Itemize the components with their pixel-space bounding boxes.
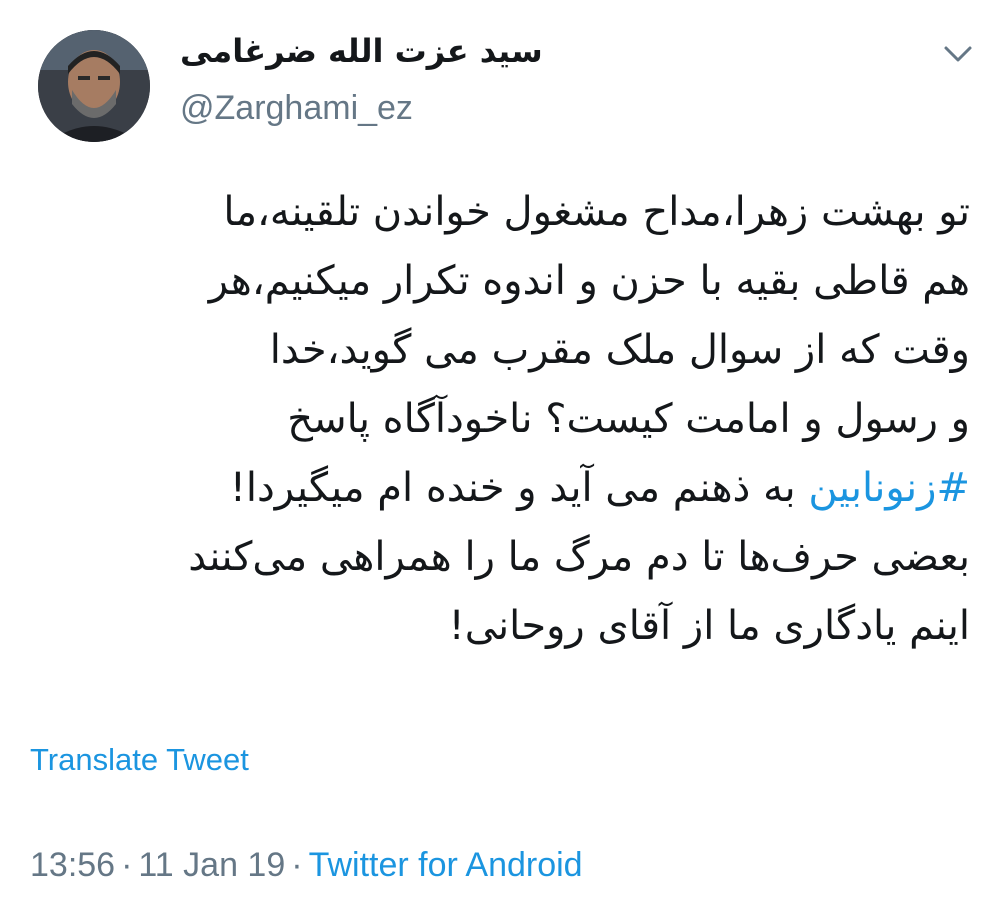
avatar[interactable]	[38, 30, 150, 142]
display-name[interactable]: سید عزت الله ضرغامی	[180, 28, 780, 74]
tweet-text: تو بهشت زهرا،مداح مشغول خواندن تلقینه،ما…	[30, 178, 970, 661]
tweet-line: بعضی حرف‌ها تا دم مرگ ما را همراهی می‌کن…	[188, 534, 970, 580]
separator-dot: ·	[291, 846, 303, 884]
tweet-line: وقت که از سوال ملک مقرب می گوید،خدا	[269, 327, 970, 373]
tweet-card: سید عزت الله ضرغامی @Zarghami_ez تو بهشت…	[0, 0, 1000, 904]
tweet-menu-button[interactable]	[943, 42, 973, 66]
tweet-source-link[interactable]: Twitter for Android	[309, 846, 583, 884]
tweet-line: #زنونابین به ذهنم می آید و خنده ام میگیر…	[30, 454, 970, 523]
chevron-down-icon	[944, 46, 972, 62]
tweet-date[interactable]: 11 Jan 19	[138, 846, 285, 884]
author-info: سید عزت الله ضرغامی @Zarghami_ez	[180, 28, 780, 130]
hashtag-link[interactable]: #زنونابین	[808, 465, 970, 511]
translate-tweet-link[interactable]: Translate Tweet	[30, 740, 249, 780]
user-handle[interactable]: @Zarghami_ez	[180, 86, 780, 130]
separator-dot: ·	[121, 846, 133, 884]
tweet-time[interactable]: 13:56	[30, 846, 115, 884]
tweet-line: هم قاطی بقیه با حزن و اندوه تکرار میکنیم…	[208, 258, 970, 304]
tweet-line: و رسول و امامت کیست؟ ناخودآگاه پاسخ	[287, 396, 970, 442]
tweet-line-text: به ذهنم می آید و خنده ام میگیردا!	[229, 465, 809, 511]
profile-photo	[38, 30, 150, 142]
tweet-line: اینم یادگاری ما از آقای روحانی!	[448, 603, 970, 649]
tweet-metadata: 13:56 · 11 Jan 19 · Twitter for Android	[30, 843, 583, 887]
tweet-line: تو بهشت زهرا،مداح مشغول خواندن تلقینه،ما	[223, 189, 970, 235]
